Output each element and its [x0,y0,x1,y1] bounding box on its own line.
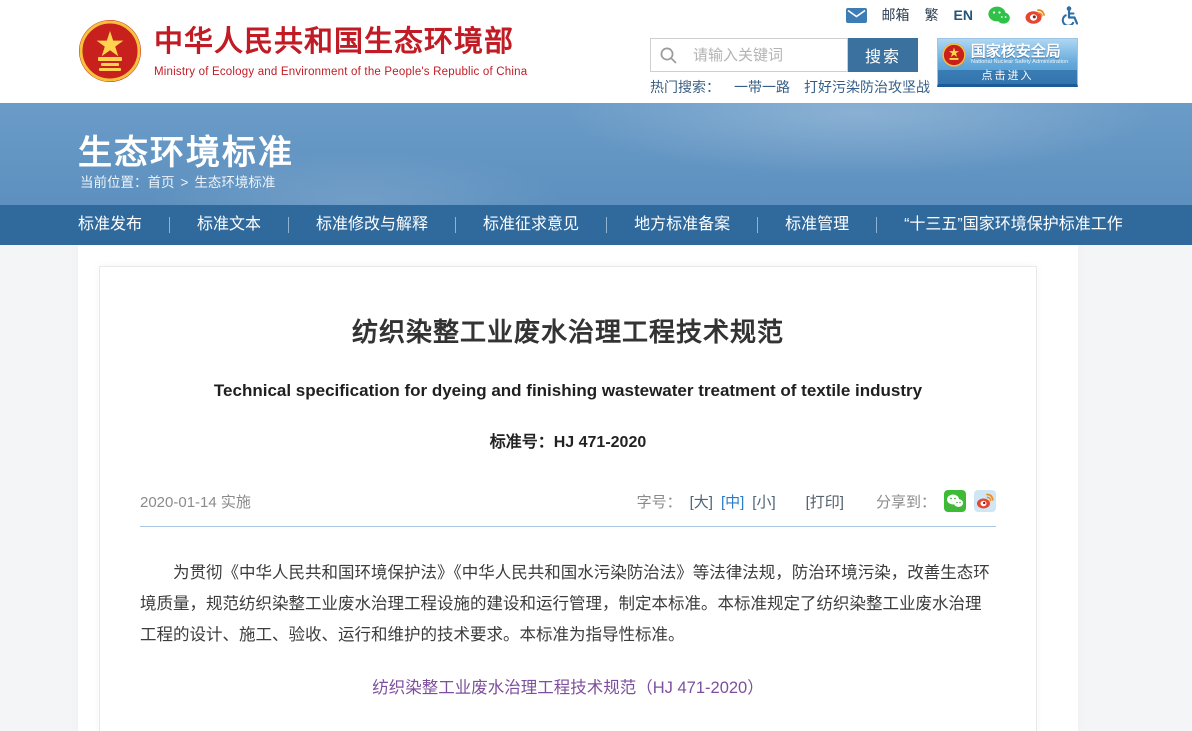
font-size-small-button[interactable]: [小] [752,491,775,512]
hot-search-label: 热门搜索： [650,77,720,97]
site-logo[interactable]: 中华人民共和国生态环境部 Ministry of Ecology and Env… [78,19,527,83]
site-title-english: Ministry of Ecology and Environment of t… [154,66,527,78]
attachment-row: 纺织染整工业废水治理工程技术规范（HJ 471-2020） [140,674,996,698]
nav-item-local-standard-record[interactable]: 地方标准备案 [607,205,757,245]
font-size-label: 字号： [637,491,682,512]
nnsa-enter-link[interactable]: 点击进入 [938,70,1077,84]
mail-icon[interactable] [846,8,867,23]
search-icon [660,47,677,64]
nav-item-13th-five-year-plan[interactable]: “十三五”国家环境保护标准工作 [877,205,1150,245]
site-header: 中华人民共和国生态环境部 Ministry of Ecology and Env… [0,0,1192,103]
search-button[interactable]: 搜索 [848,38,918,72]
content-container: 纺织染整工业废水治理工程技术规范 Technical specification… [78,245,1078,731]
national-emblem-icon [78,19,142,83]
nnsa-emblem-icon [942,43,966,67]
article-title-chinese: 纺织染整工业废水治理工程技术规范 [140,312,996,349]
article-body: 为贯彻《中华人民共和国环境保护法》《中华人民共和国水污染防治法》等法律法规，防治… [140,558,996,651]
article-controls: 字号： [大] [中] [小] [打印] 分享到： [637,490,996,512]
breadcrumb-current: 生态环境标准 [194,175,275,190]
mail-link[interactable]: 邮箱 [882,5,910,25]
weibo-icon[interactable] [1025,6,1046,24]
traditional-chinese-link[interactable]: 繁 [925,5,939,25]
section-banner: 生态环境标准 当前位置：首页>生态环境标准 [0,103,1192,205]
print-button[interactable]: [打印] [806,491,844,512]
article-card: 纺织染整工业废水治理工程技术规范 Technical specification… [99,266,1037,731]
hot-search-row: 热门搜索： 一带一路 打好污染防治攻坚战 [650,77,930,97]
nav-item-standard-text[interactable]: 标准文本 [170,205,288,245]
share-label: 分享到： [876,491,936,512]
nav-item-standard-management[interactable]: 标准管理 [758,205,876,245]
hot-search-link-2[interactable]: 打好污染防治攻坚战 [804,77,930,97]
main-navigation: 标准发布 标准文本 标准修改与解释 标准征求意见 地方标准备案 标准管理 “十三… [0,205,1192,245]
hot-search-link-1[interactable]: 一带一路 [734,77,790,97]
english-link[interactable]: EN [954,7,973,23]
breadcrumb-separator: > [181,175,189,190]
font-size-medium-button[interactable]: [中] [721,491,744,512]
main-content-area: 纺织染整工业废水治理工程技术规范 Technical specification… [0,245,1192,731]
nnsa-subtitle: National Nuclear Safety Administration [971,59,1068,65]
article-meta-row: 2020-01-14 实施 字号： [大] [中] [小] [打印] 分享到： [140,490,996,527]
accessibility-icon[interactable] [1061,6,1078,25]
share-weibo-icon[interactable] [974,490,996,512]
utility-links: 邮箱 繁 EN [846,4,1078,26]
nav-item-standard-release[interactable]: 标准发布 [78,205,169,245]
attachment-link[interactable]: 纺织染整工业废水治理工程技术规范（HJ 471-2020） [372,679,763,697]
breadcrumb-home-link[interactable]: 首页 [148,175,175,190]
nav-item-standard-revision[interactable]: 标准修改与解释 [289,205,455,245]
breadcrumb-label: 当前位置： [80,175,148,190]
implementation-date: 2020-01-14 实施 [140,491,251,512]
article-title-english: Technical specification for dyeing and f… [140,381,996,401]
search-box [650,38,848,72]
breadcrumb: 当前位置：首页 > 生态环境标准 [80,171,275,191]
site-title: 中华人民共和国生态环境部 [154,27,527,59]
nav-item-comment-solicitation[interactable]: 标准征求意见 [456,205,606,245]
nnsa-banner[interactable]: 国家核安全局 National Nuclear Safety Administr… [937,38,1078,87]
nnsa-title: 国家核安全局 [971,44,1073,59]
standard-number: 标准号：HJ 471-2020 [140,428,996,452]
page-title: 生态环境标准 [78,125,294,174]
font-size-large-button[interactable]: [大] [690,491,713,512]
share-wechat-icon[interactable] [944,490,966,512]
wechat-icon[interactable] [988,6,1010,24]
